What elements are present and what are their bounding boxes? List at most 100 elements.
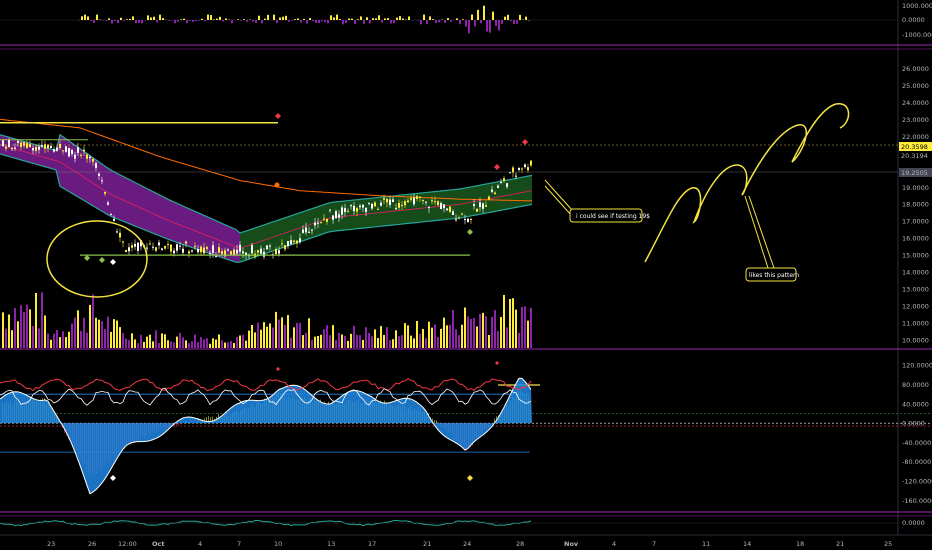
volume-bar [50, 339, 52, 348]
candle-body [359, 205, 361, 208]
volume-bar [509, 299, 511, 348]
candle-body [326, 218, 328, 222]
volume-bar [83, 317, 85, 348]
volume-bar [17, 321, 19, 348]
volume-bar [143, 341, 145, 348]
top-osc-bar [447, 18, 449, 20]
x-tick-oct-21: 21 [423, 540, 431, 548]
candle-body [35, 146, 37, 151]
candle-body [350, 205, 352, 207]
volume-bar [263, 322, 265, 348]
candle-body [89, 156, 91, 159]
top-osc-bar [438, 20, 440, 23]
volume-bar [89, 304, 91, 348]
volume-bar [164, 334, 166, 348]
candle-body [362, 204, 364, 208]
y-tick-wave: -120.0000 [902, 478, 932, 486]
candle-body [74, 154, 76, 159]
x-tick-nov-25: 25 [884, 540, 892, 548]
volume-bar [194, 334, 196, 348]
top-osc-bar [237, 19, 239, 20]
volume-bar [98, 319, 100, 348]
volume-bar [254, 332, 256, 348]
top-osc-bar [486, 20, 488, 32]
top-osc-bar [297, 18, 299, 20]
volume-bar [65, 337, 67, 348]
top-osc-bar [390, 20, 392, 24]
volume-bar [104, 329, 106, 348]
volume-bar [296, 322, 298, 348]
volume-bar [224, 342, 226, 348]
candle-body [488, 196, 490, 200]
top-osc-bar [186, 20, 188, 24]
volume-bar [158, 342, 160, 348]
volume-bar [101, 321, 103, 348]
candle-body [14, 147, 16, 149]
top-osc-bar [183, 18, 185, 20]
candle-body [335, 211, 337, 218]
volume-bar [236, 337, 238, 348]
volume-bar [77, 310, 79, 348]
top-osc-bar [81, 16, 83, 20]
candle-body [365, 207, 367, 212]
top-osc-bar [474, 20, 476, 27]
top-osc-bar [513, 20, 515, 24]
volume-bar [359, 335, 361, 348]
top-osc-bar [111, 20, 113, 24]
top-osc-bar [108, 18, 110, 20]
top-osc-bar [222, 20, 224, 22]
volume-bar [425, 338, 427, 348]
top-osc-bar [423, 14, 425, 20]
volume-bar [206, 338, 208, 348]
volume-bar [287, 315, 289, 348]
volume-bar [212, 338, 214, 348]
candle-body [497, 185, 499, 188]
volume-bar [173, 342, 175, 348]
volume-bar [215, 339, 217, 348]
candle-body [107, 202, 109, 205]
volume-bar [275, 311, 277, 348]
candle-body [92, 159, 94, 162]
candle-body [221, 251, 223, 254]
volume-bar [392, 339, 394, 348]
top-osc-bar [525, 16, 527, 20]
y-tick-price: 26.0000 [902, 65, 929, 73]
candle-body [320, 222, 322, 224]
callout-text-2: likes this pattern [749, 272, 799, 279]
volume-bar [11, 330, 13, 348]
top-osc-bar [444, 20, 446, 24]
candle-body [500, 181, 502, 183]
candle-body [341, 207, 343, 215]
candle-body [233, 249, 235, 256]
candle-body [458, 217, 460, 219]
volume-bar [332, 325, 334, 348]
x-tick-oct-10: 10 [274, 540, 282, 548]
volume-bar [251, 325, 253, 348]
volume-bar [284, 324, 286, 348]
volume-bar [371, 336, 373, 348]
top-osc-bar [105, 20, 107, 21]
top-osc-bar [462, 19, 464, 20]
volume-bar [209, 343, 211, 348]
top-osc-bar [408, 16, 410, 20]
candle-body [215, 256, 217, 258]
volume-bar [512, 298, 514, 348]
top-osc-bar [135, 20, 137, 24]
candle-body [491, 189, 493, 192]
volume-bar [290, 337, 292, 348]
volume-bar [80, 330, 82, 348]
candle-body [428, 207, 430, 209]
volume-bar [326, 325, 328, 348]
top-osc-bar [141, 20, 143, 24]
volume-bar [167, 340, 169, 348]
candle-body [179, 245, 181, 247]
candle-body [200, 246, 202, 253]
volume-bar [227, 342, 229, 348]
candle-body [380, 202, 382, 206]
volume-bar [107, 316, 109, 348]
candle-body [251, 245, 253, 254]
candle-body [437, 201, 439, 206]
volume-bar [485, 316, 487, 348]
trading-chart[interactable]: 1000.0000 0.0000 -1000.0000 26.0000 25.00… [0, 0, 932, 550]
top-osc-bar [126, 19, 128, 20]
